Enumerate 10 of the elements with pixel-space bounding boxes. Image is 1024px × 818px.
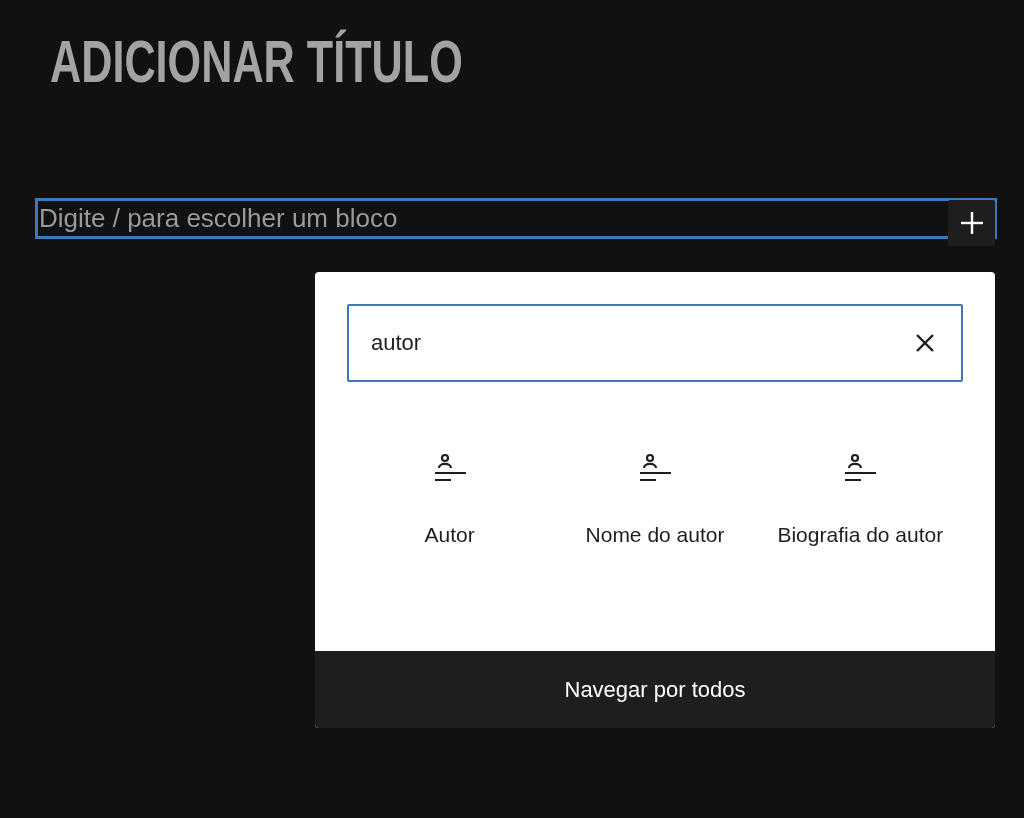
add-block-button[interactable] — [948, 200, 995, 246]
plus-icon — [959, 211, 984, 235]
block-input[interactable]: Digite / para escolher um bloco — [35, 198, 997, 239]
search-field[interactable]: autor — [347, 304, 963, 382]
browse-all-button[interactable]: Navegar por todos — [315, 651, 995, 728]
post-title[interactable]: ADICIONAR TÍTULO — [50, 30, 463, 94]
block-option[interactable]: Biografia do autor — [757, 452, 963, 549]
close-icon[interactable] — [915, 333, 935, 353]
block-option[interactable]: Autor — [347, 452, 553, 549]
block-option[interactable]: Nome do autor — [552, 452, 758, 549]
